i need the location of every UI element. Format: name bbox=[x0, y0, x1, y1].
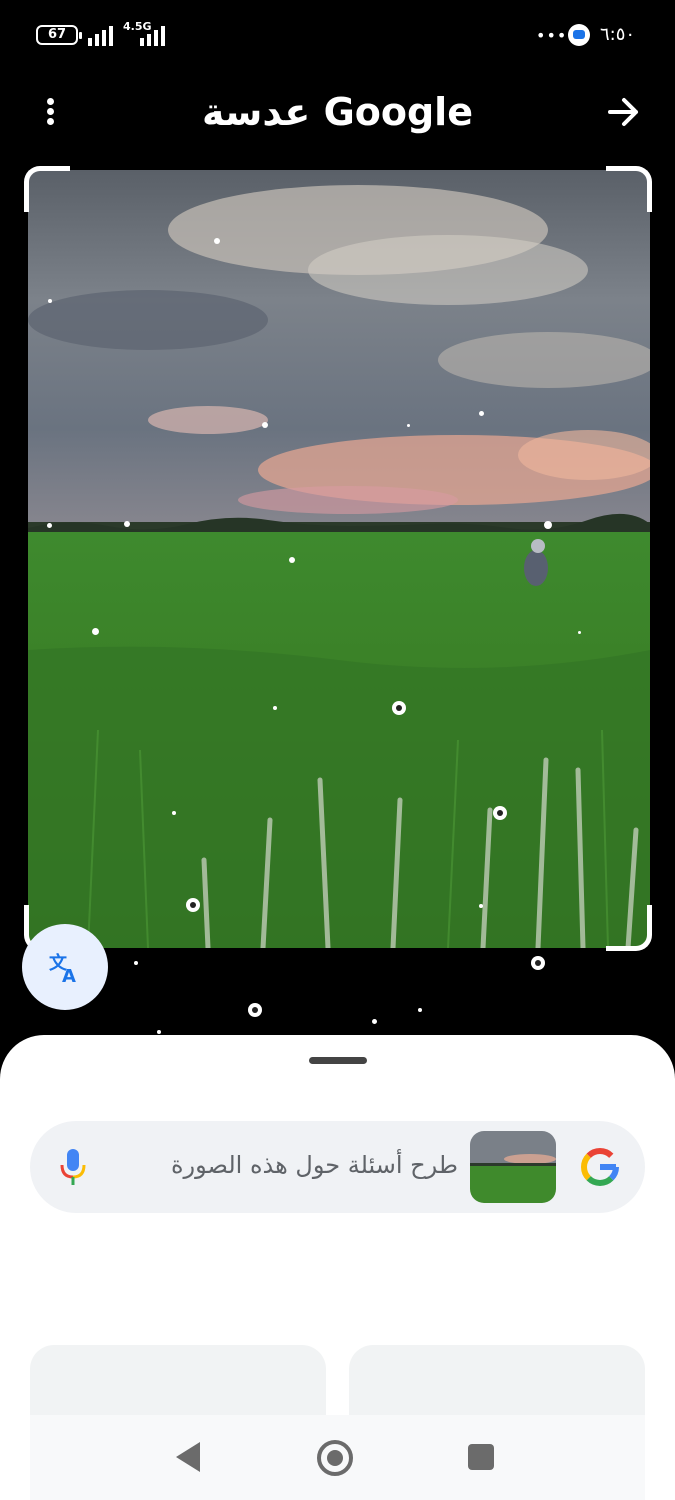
battery-icon: 67 bbox=[36, 25, 82, 45]
scan-dot bbox=[479, 904, 483, 908]
scan-dot bbox=[134, 961, 138, 965]
clock: ٦:٥٠ bbox=[600, 24, 636, 45]
scan-dot bbox=[186, 898, 200, 912]
scan-dot bbox=[578, 631, 581, 634]
search-input[interactable]: طرح أسئلة حول هذه الصورة bbox=[130, 1151, 458, 1179]
scan-dot bbox=[92, 628, 99, 635]
scan-dot bbox=[493, 806, 507, 820]
image-thumbnail[interactable] bbox=[470, 1131, 556, 1203]
search-bar[interactable]: طرح أسئلة حول هذه الصورة bbox=[30, 1121, 645, 1213]
signal-icon bbox=[88, 26, 113, 46]
scan-dot bbox=[544, 521, 552, 529]
scan-dot bbox=[372, 1019, 377, 1024]
home-icon[interactable] bbox=[317, 1440, 353, 1476]
scan-dot bbox=[531, 956, 545, 970]
scan-dot bbox=[273, 706, 277, 710]
google-g-icon[interactable] bbox=[578, 1145, 622, 1189]
recents-icon[interactable] bbox=[468, 1444, 494, 1470]
notification-overflow: ••• bbox=[536, 26, 568, 45]
signal-icon bbox=[140, 26, 165, 46]
scan-dot bbox=[214, 238, 220, 244]
scan-dot bbox=[157, 1030, 161, 1034]
crop-corner[interactable] bbox=[606, 166, 652, 212]
scan-dot bbox=[418, 1008, 422, 1012]
translate-icon: 文 A bbox=[49, 952, 76, 985]
scan-dot bbox=[479, 411, 484, 416]
scan-dot bbox=[47, 523, 52, 528]
status-bar: 67 4.5G ••• ٦:٥٠ bbox=[0, 0, 675, 70]
scan-dot bbox=[262, 422, 268, 428]
mic-icon[interactable] bbox=[58, 1147, 88, 1189]
scan-dot bbox=[48, 299, 52, 303]
navigation-bar bbox=[30, 1415, 645, 1500]
scan-dot bbox=[172, 811, 176, 815]
svg-text:A: A bbox=[62, 966, 76, 985]
scan-dot bbox=[248, 1003, 262, 1017]
scan-dot bbox=[289, 557, 295, 563]
sheet-handle[interactable] bbox=[309, 1057, 367, 1064]
scan-dot bbox=[124, 521, 130, 527]
scan-dot bbox=[407, 424, 410, 427]
message-icon bbox=[568, 24, 590, 46]
crop-corner[interactable] bbox=[24, 166, 70, 212]
crop-corner[interactable] bbox=[606, 905, 652, 951]
arrow-forward-icon[interactable] bbox=[602, 92, 646, 132]
lens-image[interactable] bbox=[28, 170, 650, 948]
back-icon[interactable] bbox=[176, 1442, 200, 1472]
translate-button[interactable]: 文 A bbox=[22, 924, 108, 1010]
scan-dot bbox=[392, 701, 406, 715]
app-title: عدسة Google bbox=[202, 90, 473, 134]
